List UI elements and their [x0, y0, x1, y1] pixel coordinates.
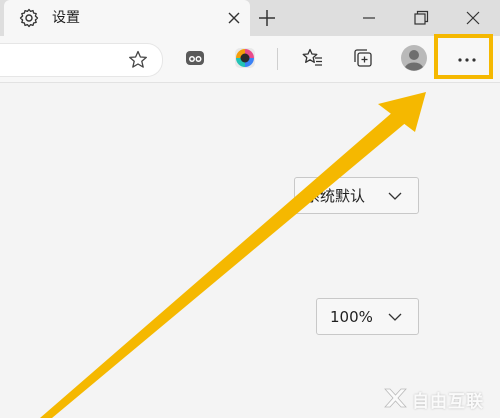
color-wheel-icon[interactable]: [233, 46, 257, 70]
profile-avatar-icon: [401, 45, 427, 71]
toolbar: [0, 36, 500, 83]
collections-icon[interactable]: [351, 46, 375, 70]
restore-icon[interactable]: [409, 6, 433, 30]
avatar[interactable]: [400, 44, 428, 72]
chevron-down-icon: [388, 313, 402, 321]
watermark-text: 自由互联: [412, 392, 484, 412]
extension-icon[interactable]: [183, 46, 207, 70]
favorites-icon[interactable]: [301, 46, 325, 70]
more-options-highlight: [434, 34, 493, 79]
theme-dropdown-value: 系统默认: [305, 187, 366, 205]
watermark: 自由互联: [382, 385, 494, 412]
toolbar-divider: [277, 48, 278, 70]
theme-dropdown[interactable]: 系统默认: [294, 177, 419, 214]
window-close-icon[interactable]: [461, 6, 485, 30]
close-tab-icon[interactable]: [225, 9, 243, 27]
zoom-dropdown-value: 100%: [330, 308, 373, 326]
gear-icon: [19, 8, 39, 28]
tab-title: 设置: [52, 10, 80, 26]
chevron-down-icon: [388, 192, 402, 200]
zoom-dropdown[interactable]: 100%: [316, 298, 419, 335]
watermark-logo-icon: [384, 388, 407, 408]
address-bar[interactable]: [0, 43, 163, 77]
minimize-icon[interactable]: [357, 6, 381, 30]
new-tab-icon[interactable]: [256, 7, 278, 29]
tab-settings[interactable]: 设置: [4, 0, 250, 36]
settings-content: 系统默认 100%: [0, 83, 500, 418]
title-bar: 设置: [0, 0, 500, 36]
star-icon[interactable]: [127, 49, 149, 71]
